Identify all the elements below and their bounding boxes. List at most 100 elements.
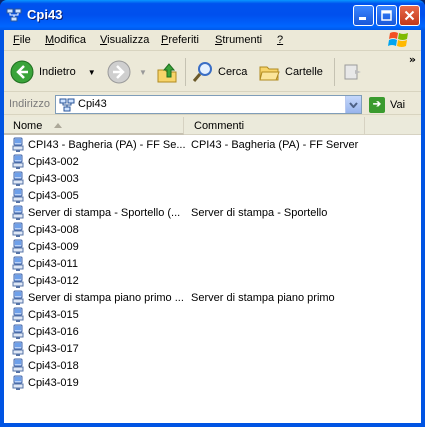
forward-dropdown-icon[interactable]: ▼	[139, 68, 147, 77]
menu-tools[interactable]: Strumenti	[215, 34, 262, 46]
window-frame: File Modifica Visualizza Preferiti Strum…	[4, 30, 421, 423]
computer-icon	[12, 324, 24, 339]
computer-icon	[12, 171, 24, 186]
back-dropdown-icon[interactable]: ▼	[88, 68, 96, 77]
computer-icon	[12, 375, 24, 390]
item-name: Cpi43-018	[28, 360, 79, 372]
network-workgroup-icon	[59, 98, 75, 112]
computer-icon	[12, 358, 24, 373]
toolbar-separator	[185, 58, 186, 86]
forward-button[interactable]: ▼	[107, 58, 147, 86]
list-item[interactable]: Cpi43-015	[4, 307, 421, 324]
list-item[interactable]: Cpi43-016	[4, 324, 421, 341]
go-label: Vai	[390, 98, 406, 111]
close-icon	[404, 10, 415, 21]
file-list-view[interactable]: Nome Commenti CPI43 - Bagheria (PA) - FF…	[4, 117, 421, 423]
computer-icon	[12, 290, 24, 305]
item-name: CPI43 - Bagheria (PA) - FF Se...	[28, 139, 186, 151]
computer-icon	[12, 137, 24, 152]
go-arrow-icon: ➔	[369, 96, 385, 113]
views-button[interactable]	[342, 58, 364, 86]
window-title: Cpi43	[27, 7, 63, 22]
item-name: Cpi43-003	[28, 173, 79, 185]
item-name: Cpi43-012	[28, 275, 79, 287]
computer-icon	[12, 222, 24, 237]
menu-help[interactable]: ?	[277, 34, 283, 46]
up-folder-button[interactable]	[156, 58, 178, 86]
computer-icon	[12, 256, 24, 271]
maximize-button[interactable]	[376, 5, 397, 26]
title-bar[interactable]: Cpi43	[0, 0, 425, 30]
explorer-window: Cpi43 File Modifica Visualizza Preferiti…	[0, 0, 425, 427]
list-item[interactable]: Cpi43-018	[4, 358, 421, 375]
computer-icon	[12, 273, 24, 288]
back-button[interactable]: Indietro ▼	[10, 58, 96, 86]
sort-ascending-icon	[54, 123, 62, 128]
folders-button[interactable]: Cartelle	[258, 58, 323, 86]
list-item[interactable]: Cpi43-008	[4, 222, 421, 239]
item-name: Cpi43-011	[28, 258, 78, 270]
minimize-button[interactable]	[353, 5, 374, 26]
list-item[interactable]: Cpi43-019	[4, 375, 421, 392]
forward-arrow-icon	[107, 60, 131, 84]
item-name: Server di stampa - Sportello (...	[28, 207, 181, 219]
list-item[interactable]: CPI43 - Bagheria (PA) - FF Se... CPI43 -…	[4, 137, 421, 154]
computer-icon	[12, 341, 24, 356]
list-item[interactable]: Cpi43-003	[4, 171, 421, 188]
item-name: Cpi43-015	[28, 309, 79, 321]
menu-bar: File Modifica Visualizza Preferiti Strum…	[4, 30, 421, 51]
column-header-bar: Nome Commenti	[4, 117, 421, 135]
windows-logo-icon	[388, 32, 408, 47]
computer-icon	[12, 154, 24, 169]
item-name: Cpi43-017	[28, 343, 79, 355]
address-dropdown-button[interactable]	[345, 96, 361, 113]
standard-toolbar: Indietro ▼ ▼ Cerca Cartelle »	[4, 52, 421, 92]
go-button[interactable]: ➔ Vai	[369, 95, 405, 114]
menu-file[interactable]: File	[13, 34, 31, 46]
computer-icon	[12, 239, 24, 254]
computer-icon	[12, 188, 24, 203]
list-item[interactable]: Server di stampa piano primo ... Server …	[4, 290, 421, 307]
item-comment: Server di stampa - Sportello	[191, 207, 328, 219]
item-name: Cpi43-008	[28, 224, 79, 236]
item-comment: Server di stampa piano primo	[191, 292, 335, 304]
views-icon	[344, 64, 361, 80]
folders-icon	[259, 66, 280, 81]
item-list: CPI43 - Bagheria (PA) - FF Se... CPI43 -…	[4, 137, 421, 392]
address-bar: Indirizzo Cpi43 ➔ Vai	[4, 93, 421, 115]
address-input[interactable]: Cpi43	[55, 95, 362, 114]
list-item[interactable]: Cpi43-002	[4, 154, 421, 171]
item-name: Cpi43-016	[28, 326, 79, 338]
back-label: Indietro	[39, 66, 76, 78]
list-item[interactable]: Server di stampa - Sportello (... Server…	[4, 205, 421, 222]
window-border-right	[421, 30, 425, 427]
up-folder-icon	[157, 63, 177, 83]
computer-icon	[12, 205, 24, 220]
computer-icon	[12, 307, 24, 322]
search-label: Cerca	[218, 66, 248, 78]
list-item[interactable]: Cpi43-011	[4, 256, 421, 273]
close-button[interactable]	[399, 5, 420, 26]
item-name: Cpi43-019	[28, 377, 79, 389]
list-item[interactable]: Cpi43-012	[4, 273, 421, 290]
toolbar-overflow-chevron[interactable]: »	[409, 53, 416, 66]
column-header-name[interactable]: Nome	[4, 117, 184, 135]
maximize-icon	[381, 10, 392, 21]
list-item[interactable]: Cpi43-009	[4, 239, 421, 256]
item-comment: CPI43 - Bagheria (PA) - FF Server	[191, 139, 359, 151]
menu-view[interactable]: Visualizza	[100, 34, 149, 46]
item-name: Cpi43-005	[28, 190, 79, 202]
chevron-down-icon	[349, 101, 358, 108]
list-item[interactable]: Cpi43-005	[4, 188, 421, 205]
column-header-comments[interactable]: Commenti	[185, 117, 365, 135]
list-item[interactable]: Cpi43-017	[4, 341, 421, 358]
address-label: Indirizzo	[9, 98, 50, 110]
search-button[interactable]: Cerca	[192, 58, 247, 86]
toolbar-separator	[334, 58, 335, 86]
folders-label: Cartelle	[285, 66, 323, 78]
menu-favorites[interactable]: Preferiti	[161, 34, 199, 46]
menu-edit[interactable]: Modifica	[45, 34, 86, 46]
search-icon	[192, 62, 212, 82]
minimize-icon	[359, 17, 366, 20]
back-arrow-icon	[10, 60, 34, 84]
